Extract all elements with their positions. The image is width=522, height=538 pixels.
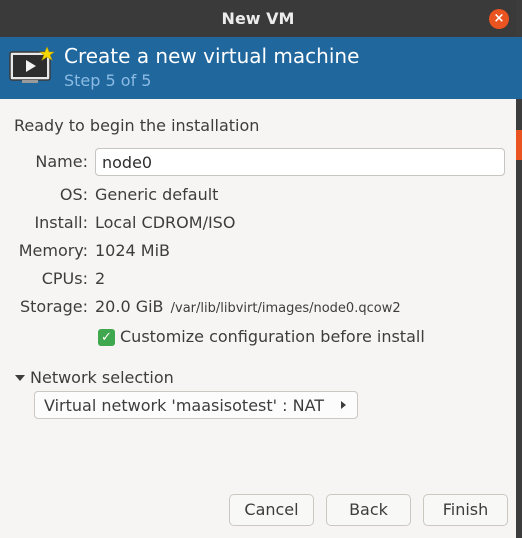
storage-value: 20.0 GiB	[95, 297, 164, 316]
customize-config-checkbox[interactable]: ✓	[98, 329, 115, 346]
background-window-highlight	[516, 130, 522, 160]
window-title: New VM	[221, 9, 295, 28]
storage-path: /var/lib/libvirt/images/node0.qcow2	[170, 301, 401, 316]
storage-info: 20.0 GiB /var/lib/libvirt/images/node0.q…	[95, 297, 401, 316]
background-window-edge	[516, 0, 522, 538]
customize-config-label[interactable]: Customize configuration before install	[120, 327, 425, 346]
wizard-step: Step 5 of 5	[64, 71, 152, 90]
close-button[interactable]: ×	[489, 9, 509, 29]
network-selection-label[interactable]: Network selection	[30, 368, 174, 387]
os-value: Generic default	[95, 185, 219, 204]
network-source-combo[interactable]: Virtual network 'maasisotest' : NAT	[34, 391, 358, 419]
new-vm-dialog: New VM × Create a new virtual machine St…	[0, 0, 516, 538]
storage-label: Storage:	[20, 297, 88, 316]
wizard-header: Create a new virtual machine Step 5 of 5	[0, 37, 516, 99]
cpus-value: 2	[95, 269, 106, 288]
back-button[interactable]: Back	[326, 494, 411, 526]
ready-heading: Ready to begin the installation	[14, 116, 260, 135]
background-window-accent	[516, 37, 522, 99]
memory-label: Memory:	[18, 241, 88, 260]
cpus-label: CPUs:	[41, 269, 88, 288]
install-label: Install:	[34, 213, 88, 232]
titlebar: New VM ×	[0, 0, 516, 37]
virtual-machine-icon	[9, 47, 55, 83]
chevron-right-icon[interactable]	[341, 401, 346, 409]
finish-button[interactable]: Finish	[423, 494, 508, 526]
expander-arrow-icon[interactable]	[15, 375, 25, 381]
wizard-title: Create a new virtual machine	[64, 44, 360, 68]
install-value: Local CDROM/ISO	[95, 213, 236, 232]
name-label: Name:	[35, 152, 88, 171]
cancel-button[interactable]: Cancel	[229, 494, 314, 526]
network-source-value[interactable]: Virtual network 'maasisotest' : NAT	[44, 396, 324, 415]
memory-value: 1024 MiB	[95, 241, 171, 260]
name-input[interactable]	[95, 148, 505, 176]
os-label: OS:	[59, 185, 88, 204]
